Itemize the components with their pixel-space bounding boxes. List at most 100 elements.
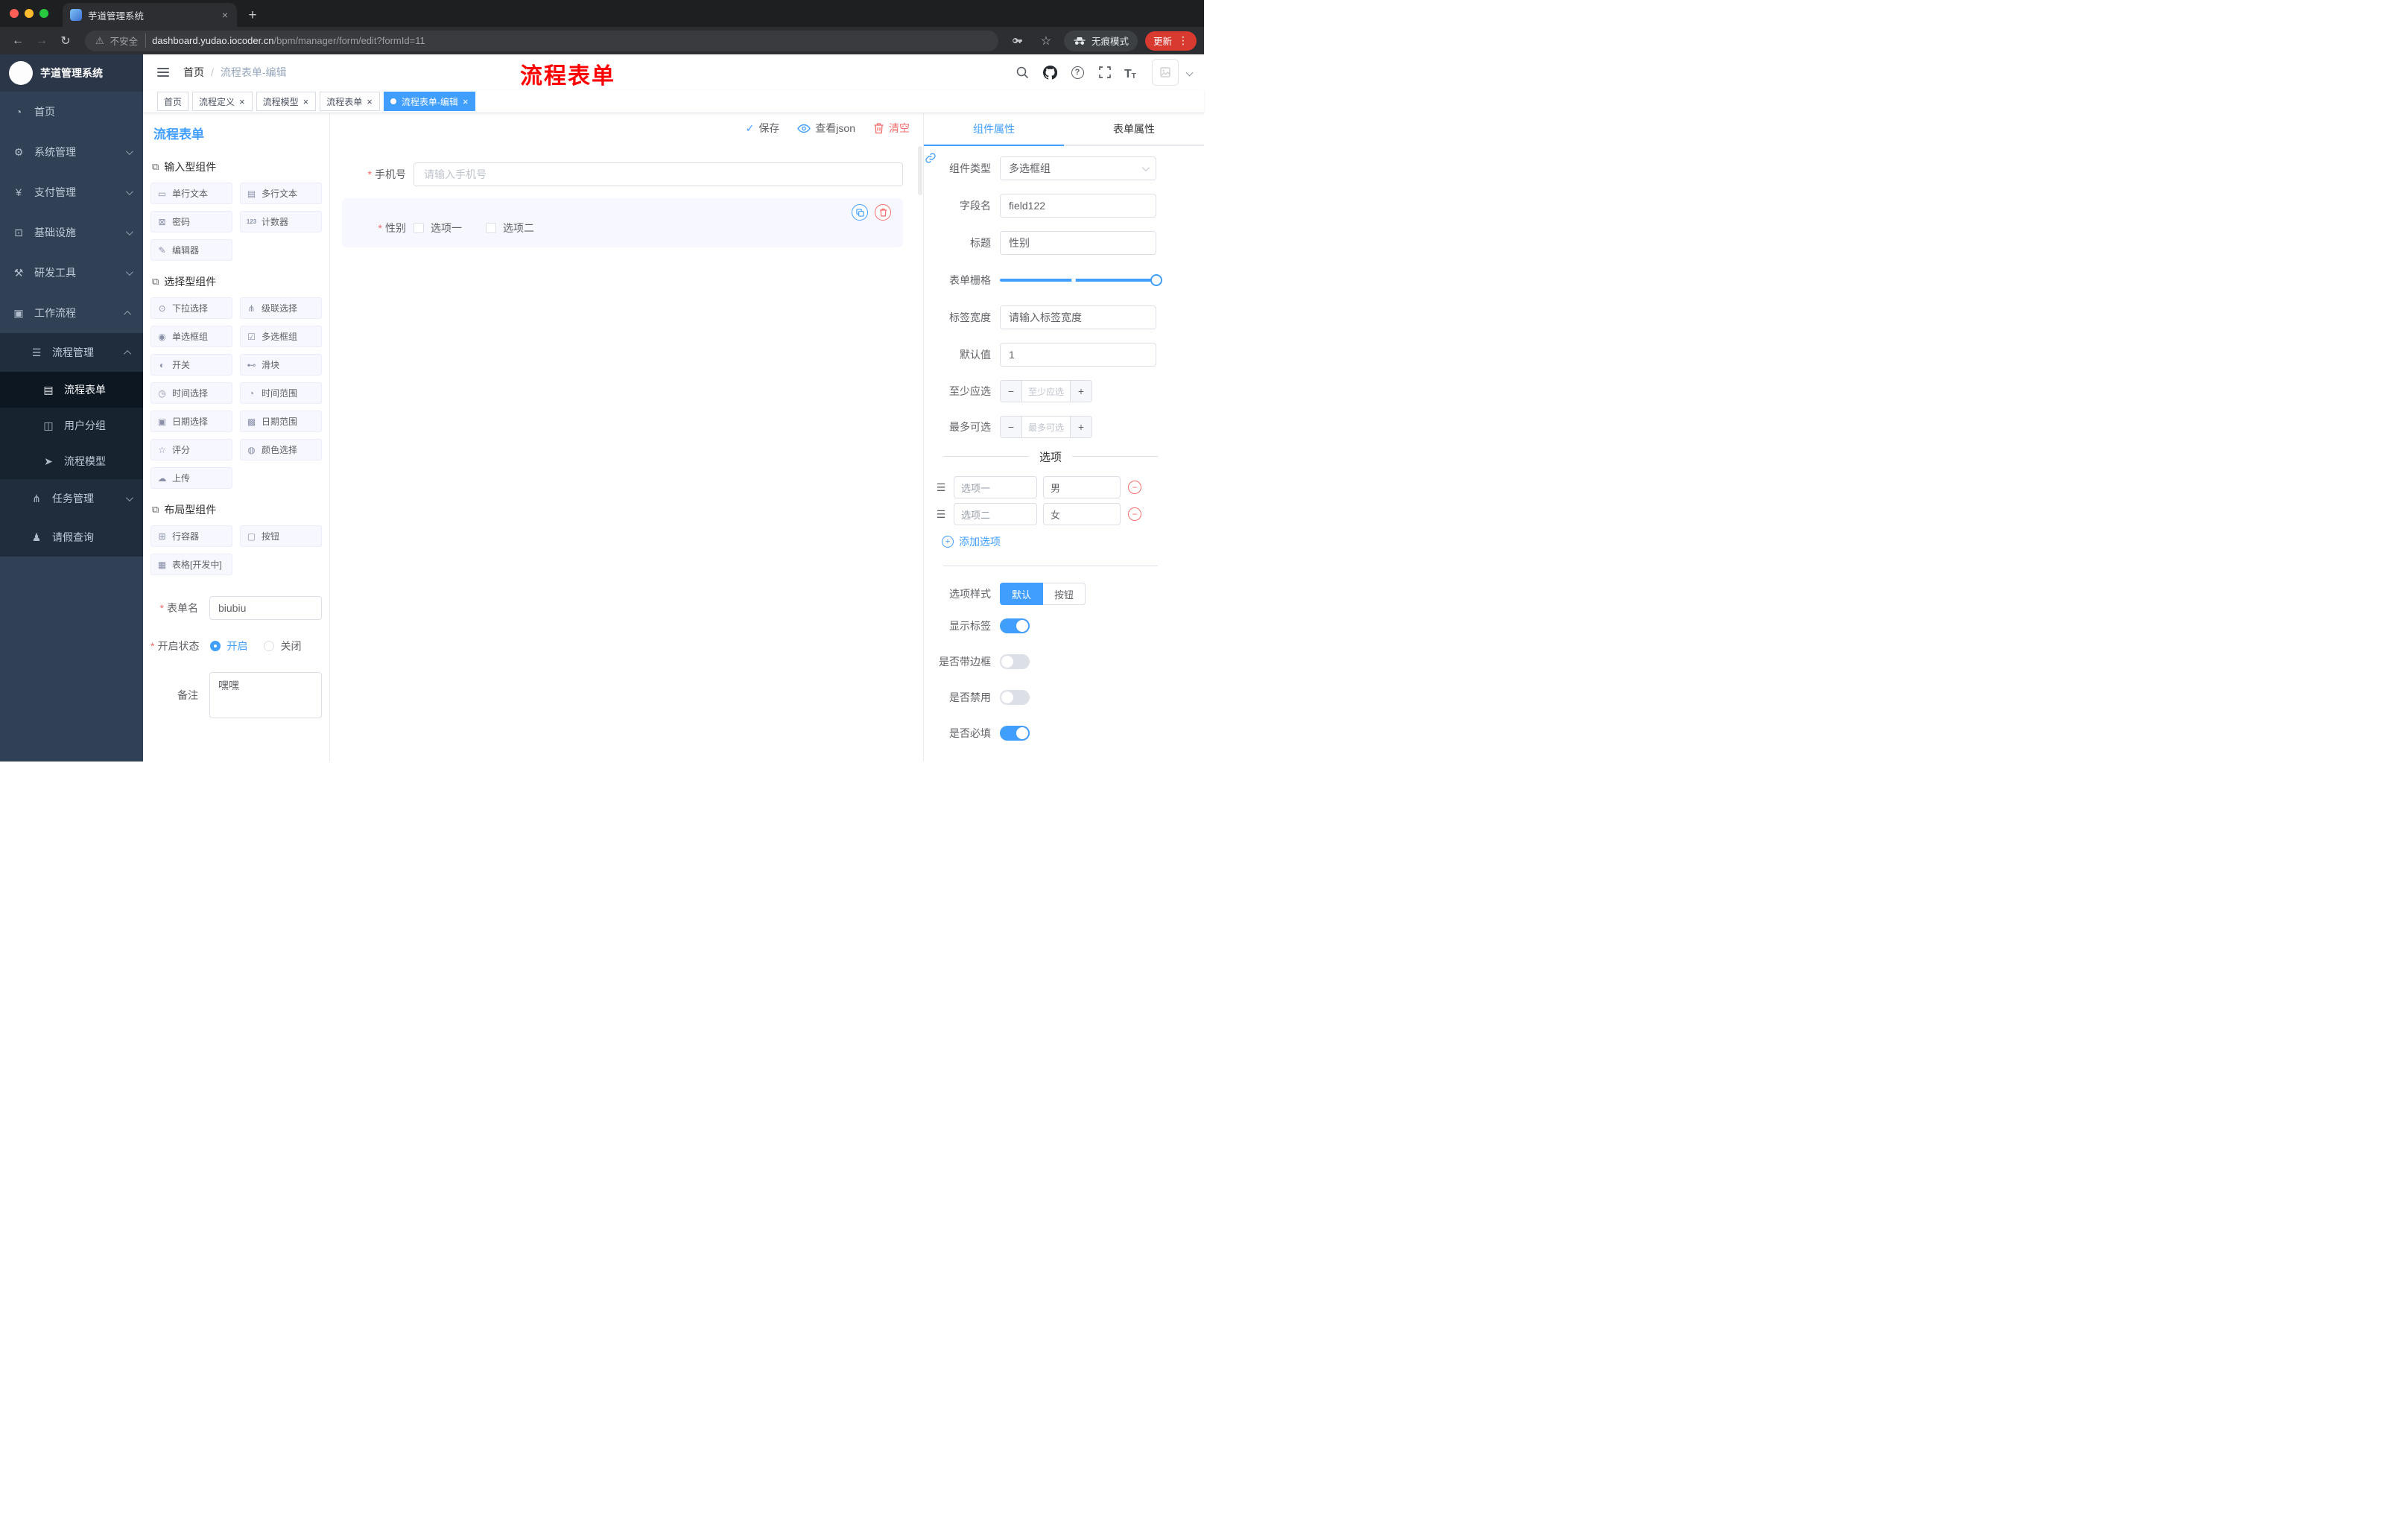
title-input[interactable]: 性别 [1000,231,1156,255]
field-name-input[interactable]: field122 [1000,194,1156,218]
component-editor[interactable]: ✎ 编辑器 [150,239,232,261]
component-password[interactable]: ⊠ 密码 [150,211,232,232]
view-json-button[interactable]: 查看json [797,121,855,136]
component-time-picker[interactable]: ◷ 时间选择 [150,382,232,404]
option-value-input[interactable]: 男 [1043,476,1121,498]
github-icon[interactable] [1042,64,1058,80]
tab-component-props[interactable]: 组件属性 [924,113,1064,146]
min-select-input[interactable]: 至少应选 [1021,381,1071,402]
close-icon[interactable]: × [462,97,469,107]
add-option-button[interactable]: + 添加选项 [942,534,1204,549]
tab-form-props[interactable]: 表单属性 [1064,113,1204,145]
delete-component-button[interactable] [875,204,891,221]
remove-option-icon[interactable]: − [1128,481,1141,494]
sidebar-item-process-model[interactable]: ➤ 流程模型 [0,443,143,479]
grid-slider[interactable] [1000,268,1162,292]
default-value-input[interactable]: 1 [1000,343,1156,367]
close-icon[interactable]: × [302,97,310,107]
required-toggle[interactable] [1000,726,1030,741]
remove-option-icon[interactable]: − [1128,507,1141,521]
hamburger-icon[interactable] [155,64,171,80]
component-color-picker[interactable]: ◍ 颜色选择 [240,439,322,460]
decrease-button[interactable]: − [1001,417,1021,437]
forward-icon[interactable]: → [31,31,52,51]
style-default-button[interactable]: 默认 [1000,583,1044,605]
tag-home[interactable]: 首页 [157,92,189,111]
sidebar-item-task-mgmt[interactable]: ⋔ 任务管理 [0,479,143,518]
component-table[interactable]: ▦ 表格[开发中] [150,554,232,575]
tag-process-form-edit[interactable]: 流程表单-编辑 × [383,92,476,111]
avatar[interactable] [1152,59,1179,86]
caret-down-icon[interactable] [1185,69,1194,76]
show-label-toggle[interactable] [1000,618,1030,633]
sidebar-item-process-form[interactable]: ▤ 流程表单 [0,372,143,408]
max-select-input[interactable]: 最多可选 [1021,417,1071,437]
component-upload[interactable]: ☁ 上传 [150,467,232,489]
key-icon[interactable] [1007,31,1028,51]
new-tab-button[interactable]: + [241,4,264,27]
reload-icon[interactable]: ↻ [55,31,76,51]
tag-process-form[interactable]: 流程表单 × [320,92,380,111]
phone-input[interactable]: 请输入手机号 [414,162,903,186]
radio-disabled[interactable]: 关闭 [264,639,301,653]
address-bar[interactable]: ⚠ 不安全 dashboard.yudao.iocoder.cn/bpm/man… [85,30,998,51]
option-value-input[interactable]: 女 [1043,503,1121,525]
maximize-window-button[interactable] [39,9,48,18]
sidebar-item-home[interactable]: ◔ 首页 [0,92,143,132]
form-name-input[interactable]: biubiu [209,596,322,620]
tag-process-definition[interactable]: 流程定义 × [192,92,253,111]
clear-button[interactable]: 清空 [873,121,910,136]
copy-component-button[interactable] [852,204,868,221]
browser-menu-icon[interactable]: ⋮ [1178,34,1188,47]
option-name-input[interactable]: 选项一 [954,476,1037,498]
drag-handle-icon[interactable]: ☰ [934,508,948,521]
component-type-select[interactable]: 多选框组 [1000,156,1156,180]
sidebar-item-dev-tools[interactable]: ⚒ 研发工具 [0,253,143,293]
font-size-icon[interactable]: TT [1124,64,1141,80]
label-width-input[interactable]: 请输入标签宽度 [1000,305,1156,329]
bookmark-star-icon[interactable]: ☆ [1036,31,1056,51]
drag-handle-icon[interactable]: ☰ [934,481,948,494]
close-icon[interactable]: × [366,97,373,107]
scrollbar-thumb[interactable] [918,146,922,195]
component-radio-group[interactable]: ◉ 单选框组 [150,326,232,347]
component-date-picker[interactable]: ▣ 日期选择 [150,411,232,432]
sidebar-item-workflow[interactable]: ▣ 工作流程 [0,293,143,333]
not-secure-label[interactable]: 不安全 [110,34,147,48]
checkbox-icon[interactable] [486,223,496,233]
field-phone[interactable]: 手机号 请输入手机号 [342,162,903,186]
sidebar-item-process-mgmt[interactable]: ☰ 流程管理 [0,333,143,372]
link-icon[interactable] [925,152,937,168]
component-time-range[interactable]: ◔ 时间范围 [240,382,322,404]
update-button[interactable]: 更新 ⋮ [1144,31,1197,51]
component-checkbox-group[interactable]: ☑ 多选框组 [240,326,322,347]
radio-enabled[interactable]: 开启 [210,639,247,653]
component-date-range[interactable]: ▩ 日期范围 [240,411,322,432]
component-cascader[interactable]: ⋔ 级联选择 [240,297,322,319]
sidebar-item-leave-query[interactable]: ♟ 请假查询 [0,518,143,557]
close-window-button[interactable] [10,9,19,18]
fullscreen-icon[interactable] [1097,64,1113,80]
minimize-window-button[interactable] [25,9,34,18]
search-icon[interactable] [1014,64,1030,80]
close-tab-icon[interactable]: × [221,9,229,21]
form-remark-textarea[interactable]: 嘿嘿 [209,672,322,718]
sidebar-item-system-mgmt[interactable]: ⚙ 系统管理 [0,132,143,172]
component-rate[interactable]: ☆ 评分 [150,439,232,460]
increase-button[interactable]: + [1071,381,1091,402]
style-button-button[interactable]: 按钮 [1043,583,1086,605]
option-name-input[interactable]: 选项二 [954,503,1037,525]
component-dropdown[interactable]: ⊙ 下拉选择 [150,297,232,319]
component-counter[interactable]: 123 计数器 [240,211,322,232]
component-slider[interactable]: ⊷ 滑块 [240,354,322,376]
breadcrumb-home[interactable]: 首页 [183,65,204,80]
checkbox-icon[interactable] [414,223,424,233]
help-icon[interactable]: ? [1069,64,1086,80]
disabled-toggle[interactable] [1000,690,1030,705]
sidebar-item-payment-mgmt[interactable]: ¥ 支付管理 [0,172,143,212]
browser-tab[interactable]: 芋道管理系统 × [63,3,237,27]
component-row-container[interactable]: ⊞ 行容器 [150,525,232,547]
close-icon[interactable]: × [238,97,246,107]
component-multi-line-text[interactable]: ▤ 多行文本 [240,183,322,204]
component-button[interactable]: ▢ 按钮 [240,525,322,547]
